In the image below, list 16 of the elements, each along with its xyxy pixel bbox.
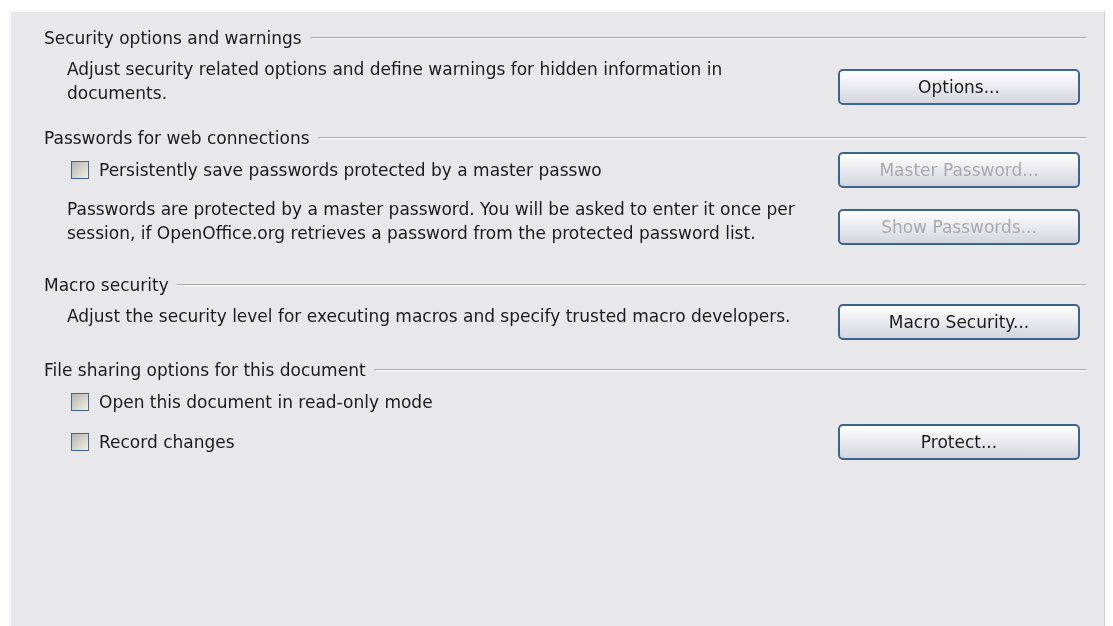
description-text: Passwords are protected by a master password. You will be asked to enter it once per session, if OpenOffice.org retrieves a password from the protected password list. xyxy=(67,198,796,245)
dialog-button[interactable]: Macro Security... xyxy=(838,304,1080,340)
description-text: Adjust the security level for executing macros and specify trusted macro developers. xyxy=(67,305,792,328)
description-text: Adjust security related options and define warnings for hidden information in documents. xyxy=(67,58,724,105)
section-heading: Macro security xyxy=(44,275,169,295)
checkbox-label[interactable]: Record changes xyxy=(99,432,235,452)
section-heading: File sharing options for this document xyxy=(44,360,366,380)
checkbox[interactable] xyxy=(71,433,89,451)
checkbox[interactable] xyxy=(71,393,89,411)
section-heading: Security options and warnings xyxy=(44,28,302,48)
dialog-button[interactable]: Options... xyxy=(838,69,1080,105)
checkbox-label[interactable]: Open this document in read-only mode xyxy=(99,392,433,412)
section-heading: Passwords for web connections xyxy=(44,128,310,148)
dialog-button[interactable]: Protect... xyxy=(838,424,1080,460)
checkbox-label[interactable]: Persistently save passwords protected by a master passwo xyxy=(99,160,602,180)
checkbox[interactable] xyxy=(71,161,89,179)
